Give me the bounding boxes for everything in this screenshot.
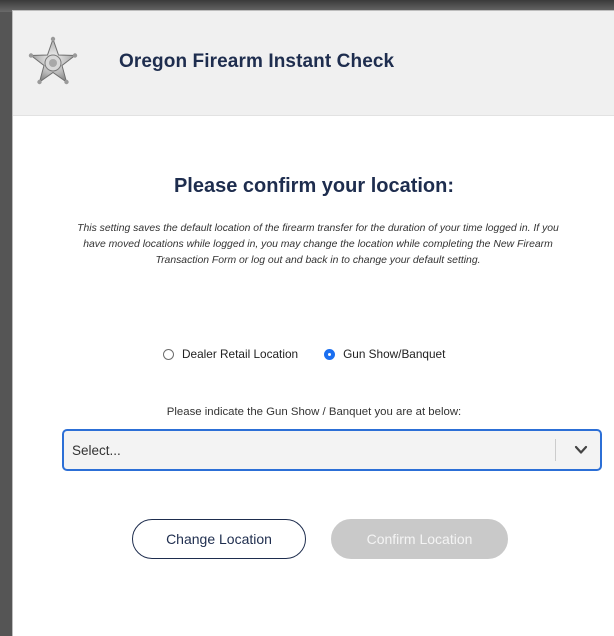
select-value: Select... [72, 443, 121, 458]
radio-button-gun-show[interactable] [324, 348, 336, 360]
page-title: Please confirm your location: [173, 175, 455, 197]
confirm-location-button[interactable]: Confirm Location [331, 519, 508, 559]
radio-button-dealer-retail[interactable] [163, 348, 174, 360]
location-description: This setting saves the default location … [77, 223, 559, 266]
radio-option-dealer-retail[interactable]: Dealer Retail Location [163, 347, 298, 361]
page-window: Oregon Firearm Instant Check Please conf… [12, 10, 614, 636]
change-location-button[interactable]: Change Location [132, 519, 306, 559]
location-type-radio-group: Dealer Retail Location Gun Show/Banquet [163, 345, 445, 363]
gun-show-instruction: Please indicate the Gun Show / Banquet y… [166, 406, 462, 418]
radio-label-dealer-retail: Dealer Retail Location [182, 347, 299, 361]
chevron-down-icon[interactable] [573, 443, 589, 457]
radio-option-gun-show[interactable]: Gun Show/Banquet [324, 347, 445, 361]
app-header: Oregon Firearm Instant Check [13, 11, 614, 116]
select-divider [555, 439, 556, 461]
app-title: Oregon Firearm Instant Check [119, 51, 395, 72]
radio-label-gun-show: Gun Show/Banquet [343, 347, 446, 361]
gun-show-select[interactable]: Select... [63, 430, 601, 470]
star-badge-icon [28, 36, 78, 85]
